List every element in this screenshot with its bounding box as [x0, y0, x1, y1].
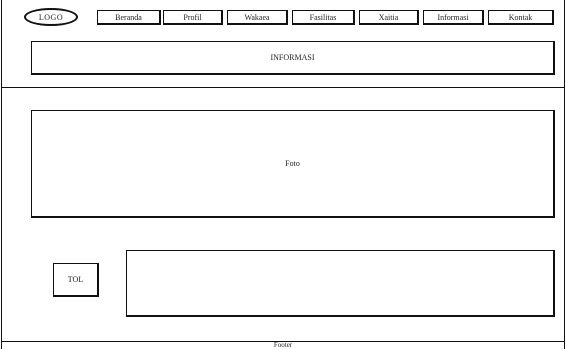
tol-button-label: TOL — [67, 275, 84, 284]
nav-item-beranda[interactable]: Beranda — [97, 10, 161, 25]
header-divider — [2, 87, 564, 88]
nav-item-wakaea[interactable]: Wakaea — [227, 10, 288, 25]
nav-item-xaitia[interactable]: Xaitia — [359, 10, 419, 25]
page-frame: LOGO Beranda Profil Wakaea Fasilitas Xai… — [1, 0, 565, 349]
info-banner-label: INFORMASI — [270, 53, 315, 62]
nav-item-informasi[interactable]: Informasi — [423, 10, 484, 25]
logo-label: LOGO — [38, 12, 64, 22]
footer-label: Footer — [273, 341, 293, 349]
content-box — [126, 250, 555, 317]
photo-placeholder: Foto — [31, 110, 555, 218]
photo-label: Foto — [285, 159, 300, 168]
tol-button[interactable]: TOL — [53, 263, 99, 297]
nav-item-kontak[interactable]: Kontak — [488, 10, 554, 25]
logo[interactable]: LOGO — [24, 8, 78, 26]
nav-item-profil[interactable]: Profil — [163, 10, 223, 25]
nav-item-fasilitas[interactable]: Fasilitas — [292, 10, 355, 25]
info-banner: INFORMASI — [31, 41, 555, 75]
